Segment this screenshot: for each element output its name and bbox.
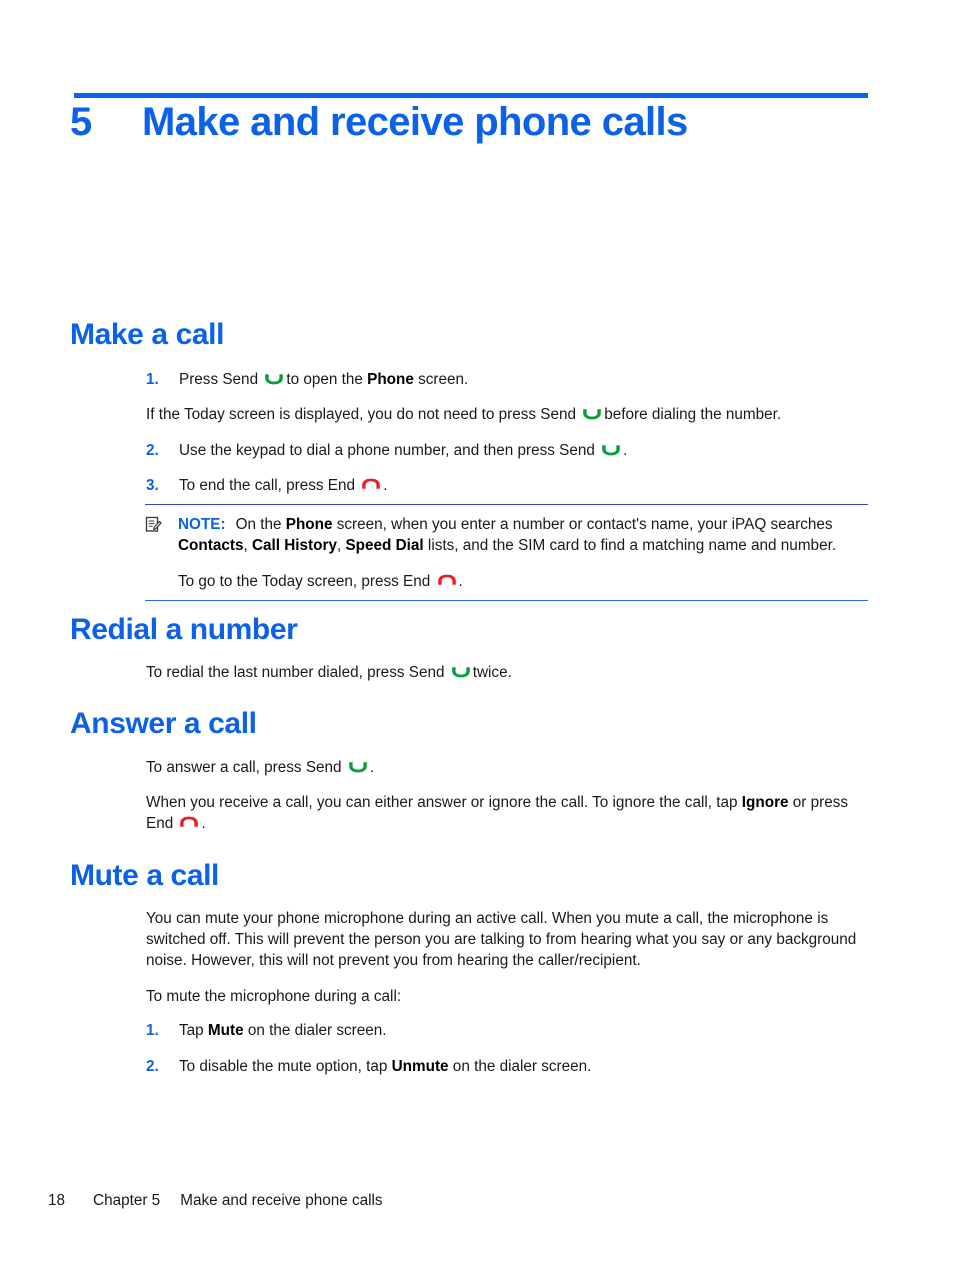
note-label: NOTE: xyxy=(178,516,226,533)
note-tail-text: To go to the Today screen, press End . xyxy=(178,573,463,590)
chapter-number: 5 xyxy=(70,100,92,144)
list-text: To disable the mute option, tap Unmute o… xyxy=(179,1058,592,1075)
paragraph-today-screen: If the Today screen is displayed, you do… xyxy=(146,406,782,423)
list-number: 2. xyxy=(146,442,159,459)
chapter-rule xyxy=(74,93,868,98)
paragraph-mute-1: You can mute your phone microphone durin… xyxy=(146,910,857,969)
list-number: 2. xyxy=(146,1058,159,1075)
paragraph-answer-2: When you receive a call, you can either … xyxy=(146,794,849,832)
send-phone-icon xyxy=(348,760,368,773)
emphasis-text: Ignore xyxy=(741,794,789,811)
emphasis-text: Speed Dial xyxy=(345,537,424,554)
end-phone-icon xyxy=(361,478,381,491)
note-row: NOTE: On the Phone screen, when you enter… xyxy=(145,514,868,556)
send-phone-icon xyxy=(601,443,621,456)
heading-redial-a-number: Redial a number xyxy=(70,613,298,646)
emphasis-text: Call History xyxy=(251,537,337,554)
list-text: Use the keypad to dial a phone number, a… xyxy=(179,442,628,459)
note-callout: NOTE: On the Phone screen, when you enter… xyxy=(145,504,868,601)
list-item: 3. To end the call, press End . xyxy=(146,475,868,496)
heading-make-a-call: Make a call xyxy=(70,318,225,351)
emphasis-text: Phone xyxy=(367,371,414,388)
footer-chapter-title: Make and receive phone calls xyxy=(180,1192,383,1209)
paragraph-mute-2: To mute the microphone during a call: xyxy=(146,988,402,1005)
note-pencil-icon xyxy=(145,514,178,538)
list-item: 1. Tap Mute on the dialer screen. xyxy=(146,1020,868,1041)
note-text: On the Phone screen, when you enter a nu… xyxy=(178,516,837,554)
heading-mute-a-call: Mute a call xyxy=(70,859,219,892)
paragraph-redial: To redial the last number dialed, press … xyxy=(146,664,512,681)
footer-page-number: 18 xyxy=(48,1192,66,1209)
send-phone-icon xyxy=(264,372,284,385)
footer-chapter-label: Chapter 5 xyxy=(93,1192,161,1209)
list-text: Press Send to open the Phone screen. xyxy=(179,371,469,388)
send-phone-icon xyxy=(582,407,602,420)
emphasis-text: Phone xyxy=(285,516,333,533)
heading-answer-a-call: Answer a call xyxy=(70,707,257,740)
list-item: 2. Use the keypad to dial a phone number… xyxy=(146,440,868,461)
end-phone-icon xyxy=(179,816,199,829)
document-page: 5 Make and receive phone calls Make a ca… xyxy=(0,0,954,1270)
emphasis-text: Contacts xyxy=(178,537,244,554)
list-text: To end the call, press End . xyxy=(179,477,388,494)
list-number: 3. xyxy=(146,477,159,494)
end-phone-icon xyxy=(437,574,457,587)
note-body: NOTE: On the Phone screen, when you enter… xyxy=(178,514,868,556)
list-text: Tap Mute on the dialer screen. xyxy=(179,1022,387,1039)
list-number: 1. xyxy=(146,1022,159,1039)
send-phone-icon xyxy=(451,665,471,678)
list-item: 2. To disable the mute option, tap Unmut… xyxy=(146,1056,868,1077)
page-footer: 18 Chapter 5 Make and receive phone call… xyxy=(48,1192,383,1210)
emphasis-text: Mute xyxy=(207,1022,244,1039)
emphasis-text: Unmute xyxy=(391,1058,449,1075)
chapter-heading: 5 Make and receive phone calls xyxy=(70,100,880,145)
list-item: 1. Press Send to open the Phone screen. xyxy=(146,369,868,390)
list-number: 1. xyxy=(146,371,159,388)
paragraph-answer-1: To answer a call, press Send . xyxy=(146,759,375,776)
chapter-title: Make and receive phone calls xyxy=(142,100,688,144)
